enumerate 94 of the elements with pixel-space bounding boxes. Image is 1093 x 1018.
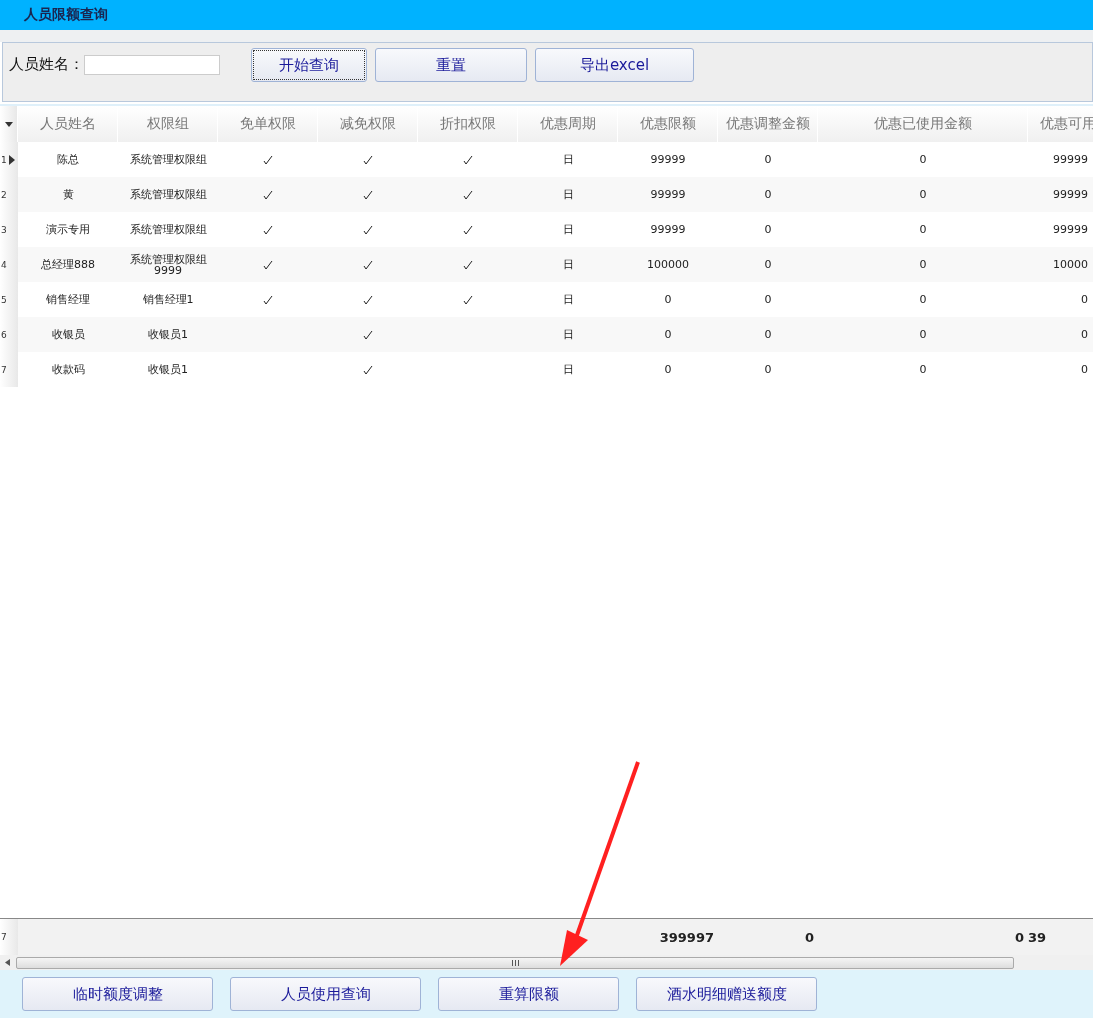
table-cell-text: 日 xyxy=(561,362,575,378)
table-cell-text: 99999 xyxy=(1052,152,1089,168)
table-cell-text: 0 xyxy=(763,187,773,203)
table-cell-text: 99999 xyxy=(1052,187,1089,203)
current-row-icon xyxy=(8,154,15,165)
table-row[interactable]: 3 演示专用 系统管理权限组 日 99999 0 0 99999 xyxy=(0,212,1093,247)
table-row[interactable]: 5 销售经理 销售经理1 日 0 0 0 0 xyxy=(0,282,1093,317)
table-cell-text: 销售经理1 xyxy=(141,292,195,308)
table-cell-text: 日 xyxy=(561,292,575,308)
dropdown-icon[interactable] xyxy=(4,121,13,127)
search-panel-button[interactable]: 开始查询 xyxy=(251,48,367,82)
table-row[interactable]: 2 黄 系统管理权限组 日 99999 0 0 99999 xyxy=(0,177,1093,212)
table-cell-text: 0 xyxy=(763,222,773,238)
table-cell-text: 0 xyxy=(663,327,673,343)
row-header[interactable]: 4 xyxy=(0,247,18,282)
table-row[interactable]: 6 收银员 收银员1 日 0 0 0 0 xyxy=(0,317,1093,352)
table-cell-text: 0 xyxy=(918,152,928,168)
table-cell-text: 99999 xyxy=(649,152,687,168)
table-cell-text: 99999 xyxy=(649,222,687,238)
column-header[interactable]: 优惠周期 xyxy=(518,106,618,142)
table-row[interactable]: 4 总经理888 系统管理权限组9999 日 100000 0 0 10000 xyxy=(0,247,1093,282)
table-cell-text: 总经理888 xyxy=(40,257,96,273)
horizontal-scrollbar[interactable] xyxy=(0,955,1093,970)
row-header[interactable]: 6 xyxy=(0,317,18,352)
table-cell-text: 0 xyxy=(763,152,773,168)
grip-icon xyxy=(511,959,519,966)
table-cell-text: 0 xyxy=(763,257,773,273)
column-header[interactable]: 优惠调整金额 xyxy=(718,106,818,142)
row-count: 7 xyxy=(0,932,7,942)
scrollbar-thumb[interactable] xyxy=(16,956,1014,969)
table-cell-text: 收银员1 xyxy=(147,327,189,343)
table-cell-text: 收银员 xyxy=(50,327,86,343)
total-cell-text: 0 xyxy=(1013,928,1025,947)
action-button[interactable]: 临时额度调整 xyxy=(22,977,213,1011)
table-cell-text: 0 xyxy=(763,362,773,378)
column-menu[interactable] xyxy=(0,106,18,142)
table-cell-text: 99999 xyxy=(1052,222,1089,238)
table-cell-text: 0 xyxy=(1080,327,1089,343)
table-row[interactable]: 7 收款码 收银员1 日 0 0 0 0 xyxy=(0,352,1093,387)
table-cell-text: 日 xyxy=(561,327,575,343)
table-cell-text: 销售经理 xyxy=(45,292,91,308)
action-button[interactable]: 重算限额 xyxy=(438,977,619,1011)
table-cell-text: 0 xyxy=(918,257,928,273)
table-cell-text: 系统管理权限组 xyxy=(128,187,208,203)
column-header[interactable]: 人员姓名 xyxy=(18,106,118,142)
column-header[interactable]: 权限组 xyxy=(118,106,218,142)
table-cell-text: 收银员1 xyxy=(147,362,189,378)
name-input-field[interactable] xyxy=(84,55,220,75)
search-panel-button[interactable]: 导出excel xyxy=(535,48,694,82)
table-cell-text: 100000 xyxy=(646,257,690,273)
table-cell-text: 0 xyxy=(1080,362,1089,378)
total-cell-text: 39 xyxy=(1028,928,1048,947)
search-panel-button[interactable]: 重置 xyxy=(375,48,527,82)
table-cell-text: 0 xyxy=(763,327,773,343)
table-cell-text: 日 xyxy=(561,222,575,238)
table-cell-text: 收款码 xyxy=(50,362,86,378)
table-cell-text: 0 xyxy=(918,222,928,238)
column-header[interactable]: 免单权限 xyxy=(218,106,318,142)
table-cell-text: 0 xyxy=(918,292,928,308)
table-cell-text: 日 xyxy=(561,187,575,203)
table-cell-text: 陈总 xyxy=(56,152,80,168)
total-cell-text: 399997 xyxy=(658,928,715,947)
table-cell-text: 0 xyxy=(918,362,928,378)
column-header[interactable]: 折扣权限 xyxy=(418,106,518,142)
row-header[interactable]: 7 xyxy=(0,352,18,387)
table-cell-text: 演示专用 xyxy=(45,222,91,238)
table-cell-text: 日 xyxy=(561,152,575,168)
row-header[interactable]: 1 xyxy=(0,142,18,177)
column-header[interactable]: 减免权限 xyxy=(318,106,418,142)
name-label: 人员姓名： xyxy=(9,55,84,74)
table-cell-text: 0 xyxy=(918,327,928,343)
row-header[interactable]: 5 xyxy=(0,282,18,317)
total-cell-text: 0 xyxy=(803,928,815,947)
table-cell-text: 系统管理权限组 xyxy=(128,152,208,168)
table-cell-text: 99999 xyxy=(649,187,687,203)
row-header[interactable]: 3 xyxy=(0,212,18,247)
table-cell-text: 系统管理权限组9999 xyxy=(128,251,208,279)
table-cell-text: 0 xyxy=(918,187,928,203)
scroll-left-icon[interactable] xyxy=(5,959,10,966)
action-button[interactable]: 酒水明细赠送额度 xyxy=(636,977,817,1011)
table-cell-text: 0 xyxy=(1080,292,1089,308)
table-cell-text: 0 xyxy=(663,362,673,378)
row-header[interactable]: 2 xyxy=(0,177,18,212)
action-button[interactable]: 人员使用查询 xyxy=(230,977,421,1011)
table-cell-text: 黄 xyxy=(61,187,75,203)
table-cell-text: 日 xyxy=(561,257,575,273)
table-row[interactable]: 1 陈总 系统管理权限组 日 99999 0 0 99999 xyxy=(0,142,1093,177)
column-header[interactable]: 优惠已使用金额 xyxy=(818,106,1028,142)
table-cell-text: 0 xyxy=(763,292,773,308)
table-cell-text: 10000 xyxy=(1052,257,1089,273)
table-cell-text: 0 xyxy=(663,292,673,308)
table-cell-text: 系统管理权限组 xyxy=(128,222,208,238)
window-title: 人员限额查询 xyxy=(24,6,108,24)
column-header[interactable]: 优惠限额 xyxy=(618,106,718,142)
